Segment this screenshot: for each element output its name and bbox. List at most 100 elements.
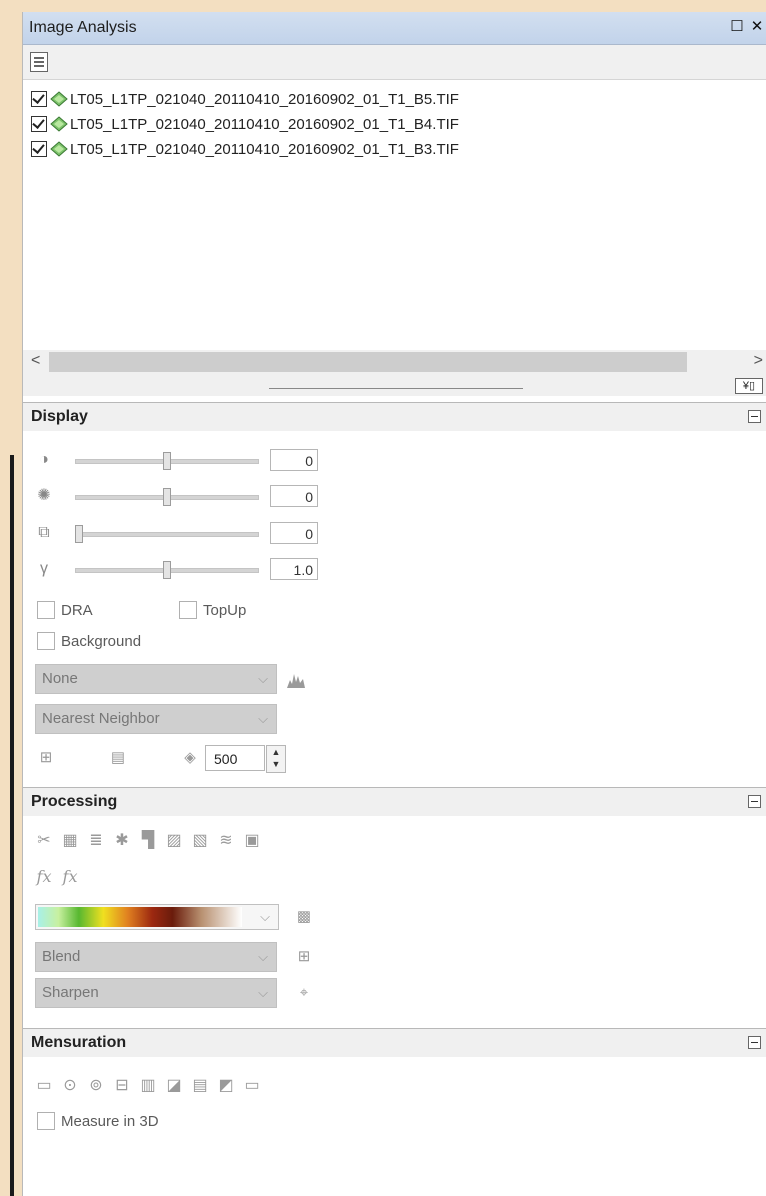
transparency-icon: ⧉ (38, 524, 50, 541)
pansharpen-icon[interactable]: ⌖ (293, 982, 315, 1004)
measure-3d-label: Measure in 3D (61, 1112, 159, 1130)
save-icon[interactable]: ▣ (241, 830, 263, 852)
panel-splitter[interactable]: ¥▯ (23, 374, 766, 396)
close-button[interactable]: ✕ (749, 18, 765, 36)
layer-list: LT05_L1TP_021040_20110410_20160902_01_T1… (23, 80, 766, 350)
brightness-row: ✺ 0 (23, 481, 766, 511)
transparency-slider-knob[interactable] (75, 525, 83, 543)
gamma-slider-knob[interactable] (163, 561, 171, 579)
stack-icon[interactable]: ≣ (85, 830, 107, 852)
height-base-top-icon[interactable]: ⊟ (111, 1075, 133, 1097)
layer-checkbox[interactable] (31, 116, 47, 132)
transparency-value[interactable]: 0 (270, 522, 318, 544)
display-tools-row: ⊞ ▤ ◈ 500 ▲ ▼ (23, 745, 766, 775)
dra-label: DRA (61, 601, 93, 619)
topup-checkbox[interactable]: TopUp (179, 600, 246, 620)
shaded-relief-icon[interactable]: ≋ (215, 830, 237, 852)
layer-item[interactable]: LT05_L1TP_021040_20110410_20160902_01_T1… (31, 138, 459, 160)
collapse-icon[interactable] (748, 410, 761, 423)
scale-icon[interactable]: ◈ (179, 747, 201, 769)
mensuration-toolbar: ▭ ⊙ ⊚ ⊟ ▥ ◪ ▤ ◩ ▭ (33, 1075, 263, 1097)
mensuration-section-header[interactable]: Mensuration (23, 1028, 766, 1058)
layer-item[interactable]: LT05_L1TP_021040_20110410_20160902_01_T1… (31, 88, 459, 110)
brightness-slider-knob[interactable] (163, 488, 171, 506)
blend-dropdown[interactable]: Blend ⌵ (35, 942, 277, 972)
hillshade-icon[interactable]: ▧ (189, 830, 211, 852)
background-checkbox[interactable]: Background (37, 631, 141, 651)
scroll-left-button[interactable]: < (31, 352, 40, 370)
transparency-slider-track[interactable] (75, 532, 259, 537)
gamma-value[interactable]: 1.0 (270, 558, 318, 580)
horizontal-scrollbar[interactable]: < > (23, 350, 766, 374)
measure-3d-box[interactable] (37, 1112, 55, 1130)
title-bar: Image Analysis ☐ ✕ (23, 12, 766, 45)
topup-label: TopUp (203, 601, 247, 619)
function-toolbar: fx fx (33, 866, 81, 888)
orthorectify-icon[interactable]: ▨ (163, 830, 185, 852)
histogram-icon[interactable] (285, 668, 307, 690)
height-top-shadow-icon[interactable]: ▥ (137, 1075, 159, 1097)
sharpen-dropdown[interactable]: Sharpen ⌵ (35, 978, 277, 1008)
mensuration-section: ▭ ⊙ ⊚ ⊟ ▥ ◪ ▤ ◩ ▭ Measure in 3D (23, 1057, 766, 1196)
raster-layer-icon (50, 141, 68, 157)
left-divider (10, 455, 14, 1196)
contrast-value[interactable]: 0 (270, 449, 318, 471)
stretch-dropdown[interactable]: None ⌵ (35, 664, 277, 694)
contrast-row: ◑ 0 (23, 445, 766, 475)
color-ramp-preview (38, 907, 242, 927)
distance-icon[interactable]: ▭ (33, 1075, 55, 1097)
stretch-value: None (42, 670, 78, 687)
table-icon[interactable]: ▤ (107, 747, 129, 769)
processing-section-header[interactable]: Processing (23, 787, 766, 817)
scroll-thumb[interactable] (49, 352, 687, 372)
display-section-header[interactable]: Display (23, 402, 766, 432)
toolbar (23, 45, 766, 80)
function-template-icon[interactable]: fx (59, 866, 81, 888)
scroll-right-button[interactable]: > (754, 352, 763, 370)
mask-icon[interactable]: ▦ (59, 830, 81, 852)
splitter-button[interactable]: ¥▯ (735, 378, 763, 394)
function-icon[interactable]: fx (33, 866, 55, 888)
add-function-icon[interactable]: ⊞ (35, 747, 57, 769)
scale-stepper[interactable]: ▲ ▼ (266, 745, 286, 773)
measure-options-icon[interactable]: ▭ (241, 1075, 263, 1097)
layer-checkbox[interactable] (31, 141, 47, 157)
measure-3d-checkbox[interactable]: Measure in 3D (37, 1111, 159, 1131)
scale-input[interactable]: 500 (205, 745, 265, 771)
list-options-icon[interactable] (30, 52, 48, 72)
brightness-value[interactable]: 0 (270, 485, 318, 507)
composite-icon[interactable]: ▜ (137, 830, 159, 852)
layer-checkbox[interactable] (31, 91, 47, 107)
layer-item[interactable]: LT05_L1TP_021040_20110410_20160902_01_T1… (31, 113, 459, 135)
apply-colormap-icon[interactable]: ▩ (293, 906, 315, 928)
display-header-label: Display (31, 408, 88, 425)
display-section: ◑ 0 ✺ 0 ⧉ 0 γ 1.0 DRA TopUp Background N… (23, 431, 766, 787)
resample-value: Nearest Neighbor (42, 710, 160, 727)
clip-icon[interactable]: ✂ (33, 830, 55, 852)
transparency-row: ⧉ 0 (23, 518, 766, 548)
dra-checkbox[interactable]: DRA (37, 600, 93, 620)
splitter-grip[interactable] (269, 388, 523, 389)
ndvi-icon[interactable]: ✱ (111, 830, 133, 852)
contrast-icon: ◑ (39, 451, 49, 468)
chevron-down-icon: ⌵ (258, 671, 268, 686)
brightness-icon: ✺ (37, 487, 51, 504)
color-ramp-dropdown[interactable]: ⌵ (35, 904, 279, 930)
resampling-dropdown[interactable]: Nearest Neighbor ⌵ (35, 704, 277, 734)
centroid-icon[interactable]: ⊚ (85, 1075, 107, 1097)
background-box[interactable] (37, 632, 55, 650)
dra-box[interactable] (37, 601, 55, 619)
perimeter-icon[interactable]: ◩ (215, 1075, 237, 1097)
background-label: Background (61, 632, 142, 650)
restore-button[interactable]: ☐ (729, 18, 745, 36)
chevron-down-icon: ⌵ (258, 985, 268, 1000)
topup-box[interactable] (179, 601, 197, 619)
point-icon[interactable]: ⊙ (59, 1075, 81, 1097)
collapse-icon[interactable] (748, 795, 761, 808)
area-icon[interactable]: ▤ (189, 1075, 211, 1097)
collapse-icon[interactable] (748, 1036, 761, 1049)
add-blend-icon[interactable]: ⊞ (293, 946, 315, 968)
height-base-shadow-icon[interactable]: ◪ (163, 1075, 185, 1097)
contrast-slider-knob[interactable] (163, 452, 171, 470)
image-analysis-window: Image Analysis ☐ ✕ LT05_L1TP_021040_2011… (22, 12, 766, 1196)
